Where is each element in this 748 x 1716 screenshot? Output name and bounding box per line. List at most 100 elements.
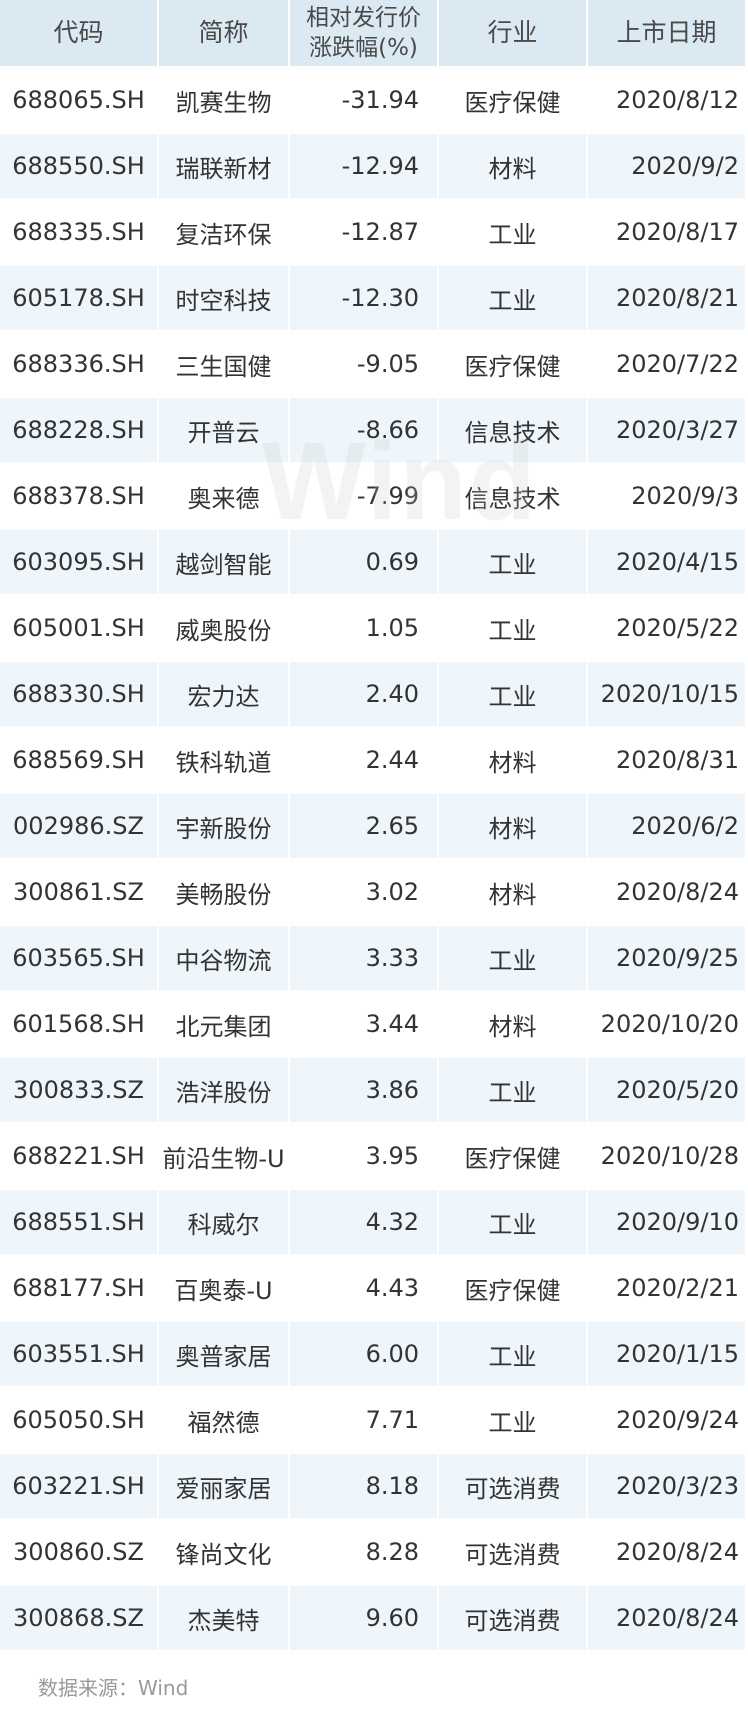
price-change-cell: -12.94 xyxy=(289,133,439,200)
stock-code-cell: 603551.SH xyxy=(0,1321,159,1388)
stock-code-cell: 601568.SH xyxy=(0,991,159,1058)
stock-code-cell: 688550.SH xyxy=(0,133,159,200)
stock-code-cell: 688177.SH xyxy=(0,1255,159,1322)
table-row: 688177.SH 百奥泰-U 4.43 医疗保健 2020/2/21 xyxy=(0,1255,745,1322)
industry-cell: 工业 xyxy=(438,1189,588,1256)
stock-code-cell: 688336.SH xyxy=(0,331,159,398)
listing-date-cell: 2020/8/17 xyxy=(587,199,745,266)
price-change-cell: 0.69 xyxy=(289,529,439,596)
industry-cell: 可选消费 xyxy=(438,1519,588,1586)
listing-date-cell: 2020/8/21 xyxy=(587,265,745,332)
stock-name-cell: 宇新股份 xyxy=(158,793,290,860)
header-row: 代码 简称 相对发行价 涨跌幅(%) 行业 上市日期 xyxy=(0,0,745,68)
stock-code-cell: 603221.SH xyxy=(0,1453,159,1520)
price-change-cell: 8.28 xyxy=(289,1519,439,1586)
stock-code-cell: 300833.SZ xyxy=(0,1057,159,1124)
price-change-cell: 4.32 xyxy=(289,1189,439,1256)
price-change-cell: -31.94 xyxy=(289,67,439,134)
stock-code-cell: 300861.SZ xyxy=(0,859,159,926)
table-row: 688228.SH 开普云 -8.66 信息技术 2020/3/27 xyxy=(0,397,745,464)
industry-cell: 医疗保健 xyxy=(438,331,588,398)
industry-cell: 工业 xyxy=(438,595,588,662)
stock-name-cell: 复洁环保 xyxy=(158,199,290,266)
listing-date-cell: 2020/6/2 xyxy=(587,793,745,860)
table-header: 代码 简称 相对发行价 涨跌幅(%) 行业 上市日期 xyxy=(0,0,745,68)
stock-code-cell: 688335.SH xyxy=(0,199,159,266)
industry-cell: 工业 xyxy=(438,265,588,332)
stock-name-cell: 百奥泰-U xyxy=(158,1255,290,1322)
stock-code-cell: 688330.SH xyxy=(0,661,159,728)
table-row: 688569.SH 铁科轨道 2.44 材料 2020/8/31 xyxy=(0,727,745,794)
table-row: 300833.SZ 浩洋股份 3.86 工业 2020/5/20 xyxy=(0,1057,745,1124)
header-change: 相对发行价 涨跌幅(%) xyxy=(289,0,439,68)
stock-code-cell: 300860.SZ xyxy=(0,1519,159,1586)
industry-cell: 材料 xyxy=(438,727,588,794)
price-change-cell: -7.99 xyxy=(289,463,439,530)
stock-code-cell: 605001.SH xyxy=(0,595,159,662)
stock-name-cell: 瑞联新材 xyxy=(158,133,290,200)
industry-cell: 工业 xyxy=(438,925,588,992)
industry-cell: 材料 xyxy=(438,133,588,200)
table-row: 601568.SH 北元集团 3.44 材料 2020/10/20 xyxy=(0,991,745,1058)
industry-cell: 工业 xyxy=(438,199,588,266)
stock-code-cell: 603095.SH xyxy=(0,529,159,596)
table-row: 603221.SH 爱丽家居 8.18 可选消费 2020/3/23 xyxy=(0,1453,745,1520)
industry-cell: 材料 xyxy=(438,859,588,926)
listing-date-cell: 2020/10/20 xyxy=(587,991,745,1058)
listing-date-cell: 2020/4/15 xyxy=(587,529,745,596)
stock-code-cell: 002986.SZ xyxy=(0,793,159,860)
table-row: 688551.SH 科威尔 4.32 工业 2020/9/10 xyxy=(0,1189,745,1256)
price-change-cell: 2.65 xyxy=(289,793,439,860)
listing-date-cell: 2020/9/25 xyxy=(587,925,745,992)
listing-date-cell: 2020/9/24 xyxy=(587,1387,745,1454)
stock-code-cell: 688569.SH xyxy=(0,727,159,794)
header-change-line2: 涨跌幅(%) xyxy=(309,35,418,61)
stock-code-cell: 603565.SH xyxy=(0,925,159,992)
table-row: 688550.SH 瑞联新材 -12.94 材料 2020/9/2 xyxy=(0,133,745,200)
listing-date-cell: 2020/9/2 xyxy=(587,133,745,200)
industry-cell: 信息技术 xyxy=(438,397,588,464)
industry-cell: 工业 xyxy=(438,1321,588,1388)
price-change-cell: -8.66 xyxy=(289,397,439,464)
ipo-table-container: 代码 简称 相对发行价 涨跌幅(%) 行业 上市日期 688065.SH 凯赛生物… xyxy=(0,0,745,1652)
industry-cell: 工业 xyxy=(438,1387,588,1454)
industry-cell: 信息技术 xyxy=(438,463,588,530)
price-change-cell: 4.43 xyxy=(289,1255,439,1322)
stock-code-cell: 605178.SH xyxy=(0,265,159,332)
table-row: 688335.SH 复洁环保 -12.87 工业 2020/8/17 xyxy=(0,199,745,266)
industry-cell: 医疗保健 xyxy=(438,1255,588,1322)
industry-cell: 工业 xyxy=(438,1057,588,1124)
stock-name-cell: 北元集团 xyxy=(158,991,290,1058)
table-row: 688330.SH 宏力达 2.40 工业 2020/10/15 xyxy=(0,661,745,728)
table-body: 688065.SH 凯赛生物 -31.94 医疗保健 2020/8/12 688550.S… xyxy=(0,67,745,1652)
table-row: 688221.SH 前沿生物-U 3.95 医疗保健 2020/10/28 xyxy=(0,1123,745,1190)
stock-name-cell: 浩洋股份 xyxy=(158,1057,290,1124)
table-row: 603095.SH 越剑智能 0.69 工业 2020/4/15 xyxy=(0,529,745,596)
industry-cell: 可选消费 xyxy=(438,1585,588,1652)
stock-code-cell: 688065.SH xyxy=(0,67,159,134)
industry-cell: 工业 xyxy=(438,661,588,728)
price-change-cell: 9.60 xyxy=(289,1585,439,1652)
table-row: 605178.SH 时空科技 -12.30 工业 2020/8/21 xyxy=(0,265,745,332)
stock-name-cell: 威奥股份 xyxy=(158,595,290,662)
price-change-cell: 2.44 xyxy=(289,727,439,794)
price-change-cell: 3.02 xyxy=(289,859,439,926)
listing-date-cell: 2020/2/21 xyxy=(587,1255,745,1322)
price-change-cell: 3.33 xyxy=(289,925,439,992)
stock-name-cell: 宏力达 xyxy=(158,661,290,728)
price-change-cell: 6.00 xyxy=(289,1321,439,1388)
stock-name-cell: 凯赛生物 xyxy=(158,67,290,134)
listing-date-cell: 2020/9/10 xyxy=(587,1189,745,1256)
listing-date-cell: 2020/1/15 xyxy=(587,1321,745,1388)
listing-date-cell: 2020/10/28 xyxy=(587,1123,745,1190)
header-code: 代码 xyxy=(0,0,159,68)
stock-name-cell: 铁科轨道 xyxy=(158,727,290,794)
listing-date-cell: 2020/7/22 xyxy=(587,331,745,398)
price-change-cell: -12.87 xyxy=(289,199,439,266)
industry-cell: 材料 xyxy=(438,991,588,1058)
table-row: 002986.SZ 宇新股份 2.65 材料 2020/6/2 xyxy=(0,793,745,860)
price-change-cell: 1.05 xyxy=(289,595,439,662)
price-change-cell: 2.40 xyxy=(289,661,439,728)
header-name: 简称 xyxy=(158,0,290,68)
industry-cell: 医疗保健 xyxy=(438,67,588,134)
